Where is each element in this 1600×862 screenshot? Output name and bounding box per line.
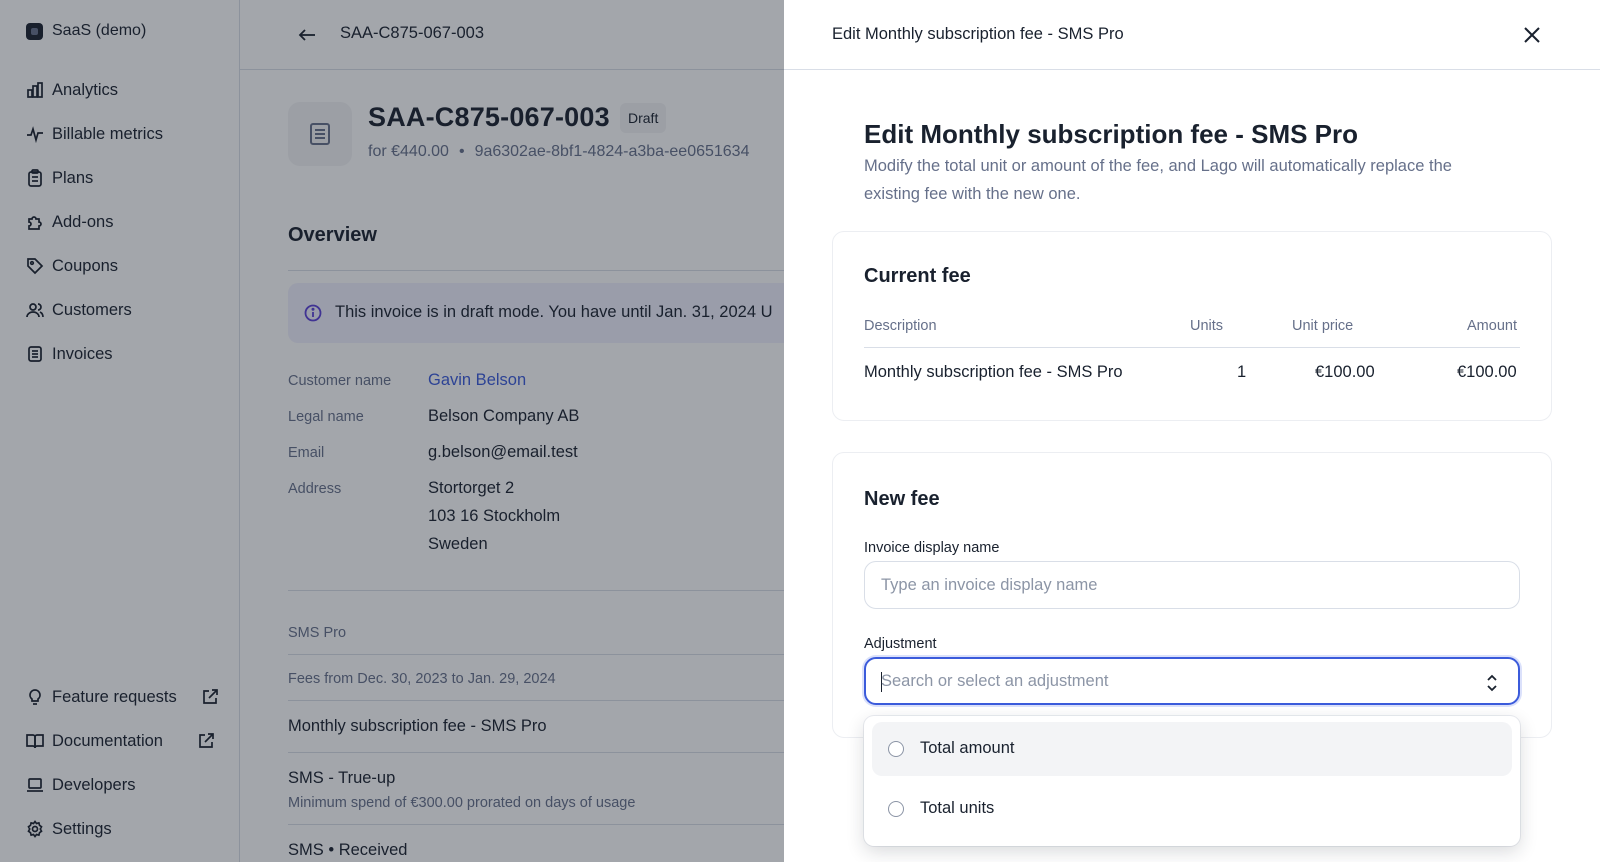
current-fee-units: 1	[1237, 363, 1247, 381]
adjustment-label: Adjustment	[864, 636, 937, 652]
current-fee-description: Monthly subscription fee - SMS Pro	[864, 363, 1123, 381]
radio-button[interactable]	[888, 741, 904, 757]
modal-backdrop[interactable]	[0, 0, 784, 862]
column-header-unit-price: Unit price	[1292, 318, 1354, 334]
adjustment-combobox[interactable]: Search or select an adjustment	[864, 657, 1520, 705]
display-name-label: Invoice display name	[864, 540, 1000, 556]
invoice-display-name-input[interactable]: Type an invoice display name	[864, 561, 1520, 609]
current-fee-amount: €100.00	[1457, 363, 1517, 381]
chevron-up-down-icon[interactable]	[1484, 672, 1500, 694]
adjustment-dropdown: Total amount Total units	[864, 716, 1520, 846]
display-name-placeholder: Type an invoice display name	[881, 576, 1098, 594]
edit-fee-drawer: Edit Monthly subscription fee - SMS Pro …	[784, 0, 1600, 862]
column-header-description: Description	[864, 318, 937, 334]
adjustment-placeholder: Search or select an adjustment	[881, 672, 1109, 690]
close-icon[interactable]	[1520, 23, 1544, 47]
option-label: Total amount	[920, 739, 1015, 757]
new-fee-title: New fee	[864, 488, 940, 510]
drawer-header: Edit Monthly subscription fee - SMS Pro	[784, 0, 1600, 70]
option-label: Total units	[920, 799, 995, 817]
drawer-description: Modify the total unit or amount of the f…	[864, 157, 1452, 203]
option-total-units[interactable]: Total units	[872, 782, 1512, 836]
column-header-units: Units	[1190, 318, 1224, 334]
current-fee-title: Current fee	[864, 265, 971, 287]
drawer-title: Edit Monthly subscription fee - SMS Pro	[864, 119, 1359, 149]
current-fee-unit-price: €100.00	[1315, 363, 1375, 381]
drawer-header-title: Edit Monthly subscription fee - SMS Pro	[832, 25, 1124, 43]
radio-button[interactable]	[888, 801, 904, 817]
option-total-amount[interactable]: Total amount	[872, 722, 1512, 776]
table-divider	[864, 347, 1520, 348]
column-header-amount: Amount	[1467, 318, 1517, 334]
